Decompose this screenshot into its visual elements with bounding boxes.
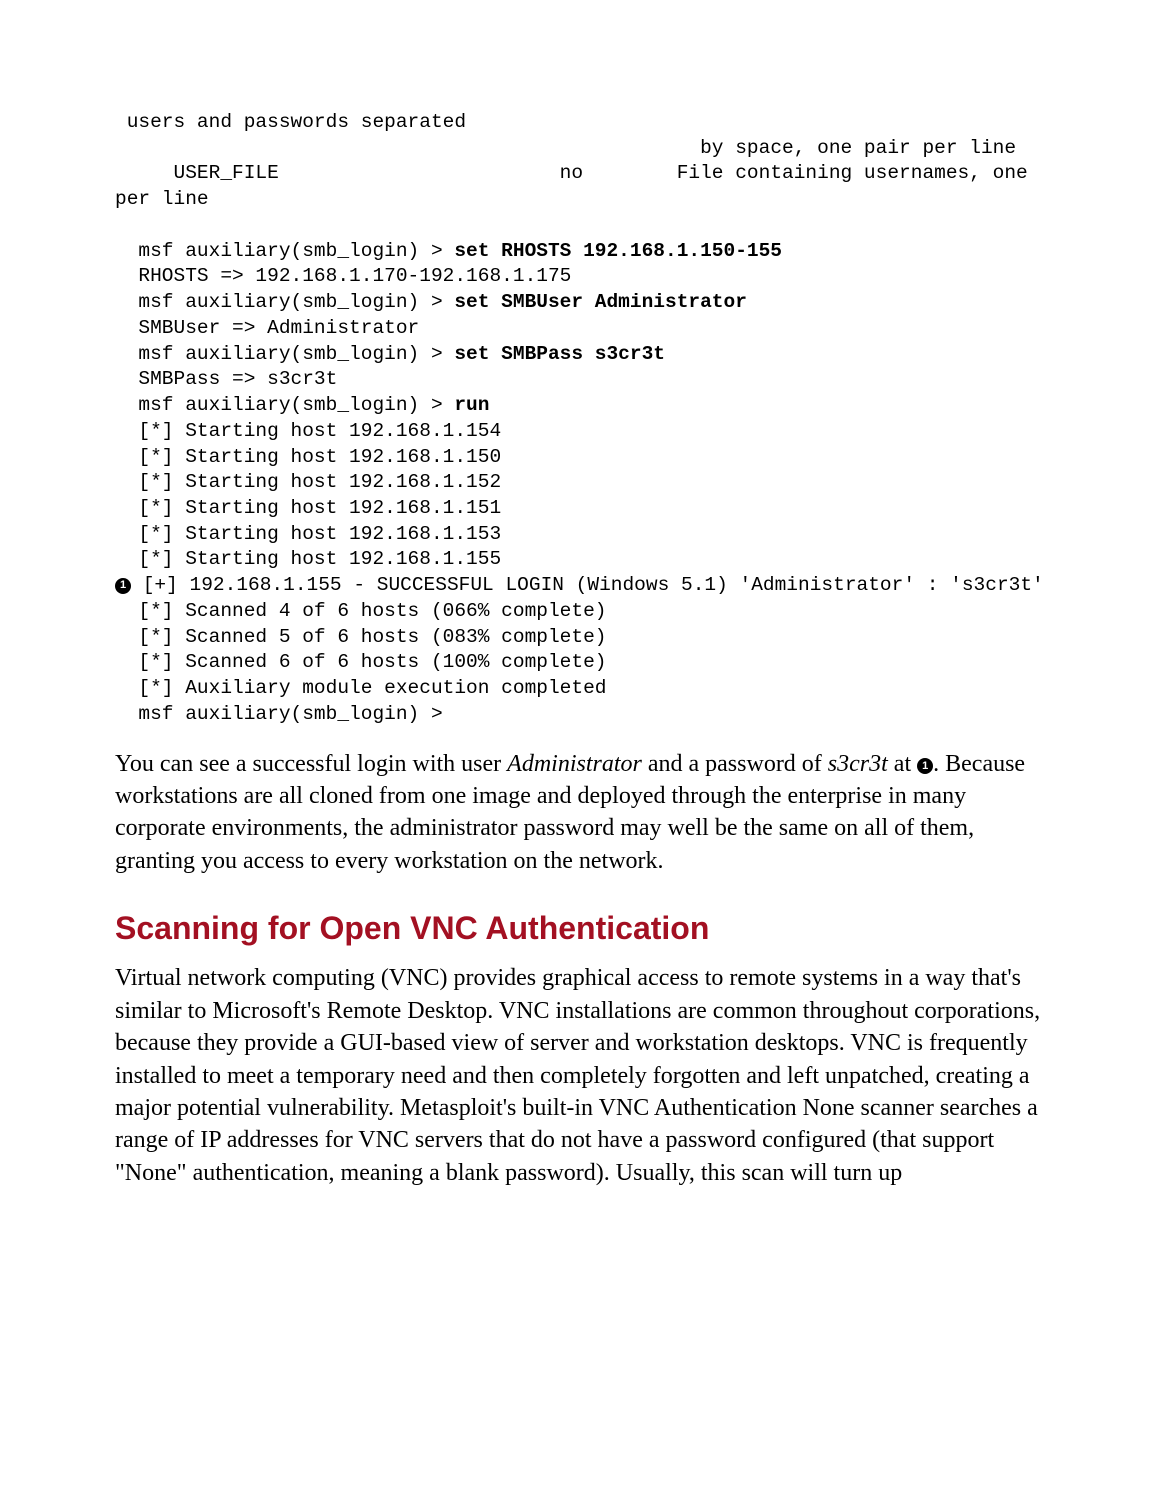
code-line: [*] Auxiliary module execution completed [115,677,606,699]
code-line: [*] Starting host 192.168.1.155 [115,548,501,570]
code-line: [*] Starting host 192.168.1.150 [115,446,501,468]
code-line: [*] Scanned 6 of 6 hosts (100% complete) [115,651,606,673]
para1-text: You can see a successful login with user [115,751,507,777]
code-line: [*] Starting host 192.168.1.154 [115,420,501,442]
para1-italic-admin: Administrator [507,751,642,777]
code-line: [*] Starting host 192.168.1.153 [115,523,501,545]
para1-italic-pass: s3cr3t [828,751,888,777]
code-line: [*] Scanned 4 of 6 hosts (066% complete) [115,600,606,622]
code-line: users and passwords separated [115,111,466,133]
paragraph-2: Virtual network computing (VNC) provides… [115,962,1044,1189]
code-line-command: set SMBPass s3cr3t [454,343,665,365]
code-line-prompt: msf auxiliary(smb_login) > [115,291,454,313]
code-line: [*] Starting host 192.168.1.151 [115,497,501,519]
callout-1-icon: 1 [115,578,131,594]
code-line: by space, one pair per line [115,137,1016,159]
code-line-command: set RHOSTS 192.168.1.150-155 [454,240,782,262]
code-line: [*] Scanned 5 of 6 hosts (083% complete) [115,626,606,648]
code-line-prompt: msf auxiliary(smb_login) > [115,343,454,365]
code-line: [+] 192.168.1.155 - SUCCESSFUL LOGIN (Wi… [131,574,1044,596]
callout-1-inline-icon: 1 [917,758,933,774]
section-heading-vnc: Scanning for Open VNC Authentication [115,907,1044,950]
code-line: msf auxiliary(smb_login) > [115,703,443,725]
code-line-prompt: msf auxiliary(smb_login) > [115,394,454,416]
code-line: SMBUser => Administrator [115,317,419,339]
code-line-prompt: msf auxiliary(smb_login) > [115,240,454,262]
code-line: SMBPass => s3cr3t [115,368,337,390]
code-line-command: set SMBUser Administrator [454,291,747,313]
para1-text: at [888,751,917,777]
code-line: RHOSTS => 192.168.1.170-192.168.1.175 [115,265,571,287]
code-line: [*] Starting host 192.168.1.152 [115,471,501,493]
code-line-command: run [454,394,489,416]
code-block: users and passwords separated by space, … [115,110,1044,728]
code-line: USER_FILE no File containing usernames, … [115,162,1039,210]
paragraph-1: You can see a successful login with user… [115,748,1044,878]
para1-text: and a password of [642,751,828,777]
